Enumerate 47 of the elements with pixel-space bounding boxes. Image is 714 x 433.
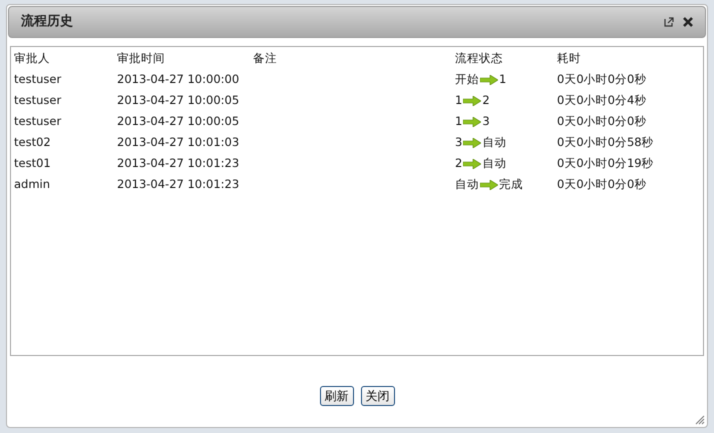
dialog-button[interactable]: 关闭	[360, 386, 394, 406]
status-from: 自动	[455, 176, 479, 193]
table-cell: 0天0小时0分58秒	[557, 134, 654, 149]
status-from: 2	[455, 154, 462, 172]
status-to: 3	[482, 112, 490, 130]
table-cell: 0天0小时0分19秒	[557, 156, 654, 170]
column-header: 流程状态	[455, 51, 503, 66]
table-cell: 0天0小时0分4秒	[557, 92, 646, 107]
status-to: 完成	[499, 176, 523, 193]
table-cell: test02	[14, 134, 51, 149]
table-cell: 2013-04-27 10:01:03	[117, 134, 240, 149]
table-cell: 2013-04-27 10:01:23	[117, 176, 240, 191]
popout-icon[interactable]	[664, 17, 674, 27]
dialog-button[interactable]: 刷新	[320, 386, 354, 406]
arrow-icon	[463, 138, 482, 148]
table-cell: test01	[14, 156, 51, 170]
table-cell: 0天0小时0分0秒	[557, 114, 646, 128]
table-cell: 0天0小时0分0秒	[557, 176, 646, 191]
column-header: 耗时	[557, 51, 581, 66]
status-from: 3	[455, 134, 462, 151]
window-title: 流程历史	[21, 12, 73, 32]
column-header: 备注	[253, 51, 277, 66]
status-from: 开始	[455, 70, 479, 88]
arrow-icon	[480, 180, 498, 190]
status-to: 自动	[482, 134, 506, 151]
arrow-icon	[480, 74, 498, 84]
arrow-icon	[463, 158, 482, 168]
table-cell: testuser	[14, 72, 62, 86]
arrow-icon	[463, 96, 482, 106]
close-icon[interactable]	[683, 17, 693, 27]
status-to: 1	[499, 70, 506, 88]
table-cell: 2013-04-27 10:00:00	[117, 72, 240, 86]
column-header: 审批人	[14, 51, 50, 66]
table-cell: 2013-04-27 10:00:05	[117, 114, 240, 128]
table-cell: 0天0小时0分0秒	[557, 72, 646, 86]
table-cell: testuser	[14, 92, 62, 107]
status-to: 2	[482, 92, 490, 109]
status-from: 1	[455, 92, 462, 109]
table-cell: admin	[14, 176, 50, 191]
status-to: 自动	[482, 154, 506, 172]
resize-grip-icon[interactable]	[695, 415, 705, 425]
table-cell: 2013-04-27 10:01:23	[117, 156, 240, 170]
table-cell: testuser	[14, 114, 62, 128]
table-cell: 2013-04-27 10:00:05	[117, 92, 240, 107]
column-header: 审批时间	[117, 51, 165, 66]
arrow-icon	[463, 116, 482, 126]
status-from: 1	[455, 112, 462, 130]
